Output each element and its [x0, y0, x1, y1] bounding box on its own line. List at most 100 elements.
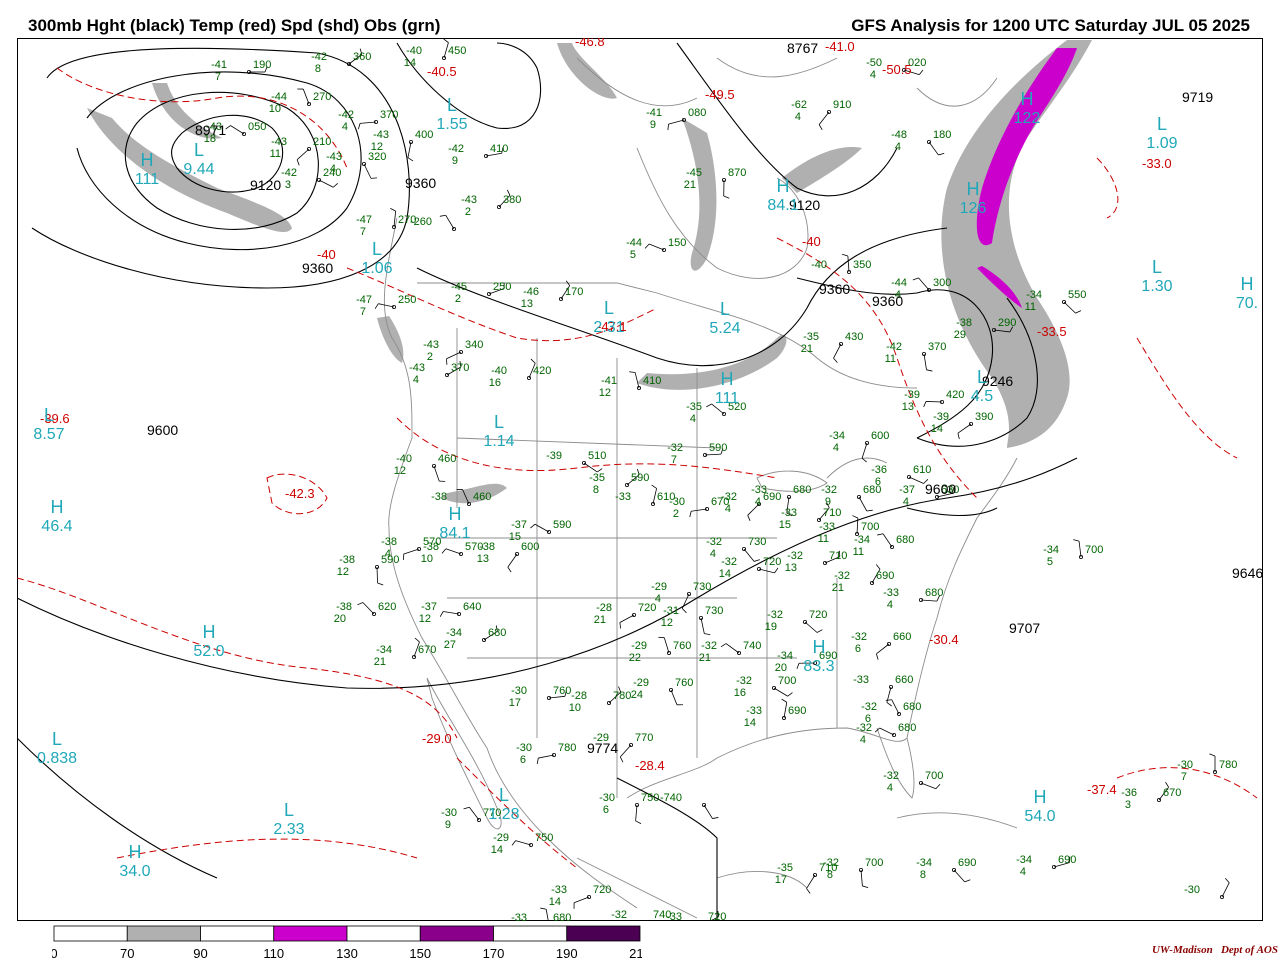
ob-dewpoint-depression: 20 [334, 613, 346, 625]
ob-height: 460 [473, 491, 491, 503]
ob-temperature: -44 [626, 237, 642, 249]
height-label: 9360 [405, 175, 436, 191]
ob-temperature: -28 [596, 602, 612, 614]
colorbar-tick-label: 110 [263, 946, 284, 960]
colorbar-box [126, 925, 201, 942]
colorbar-tick-label: 90 [193, 946, 207, 960]
ob-dewpoint-depression: 2 [427, 351, 433, 363]
ob-dewpoint-depression: 7 [1181, 771, 1187, 783]
ob-dewpoint-depression: 14 [404, 57, 416, 69]
ob-dewpoint-depression: 14 [931, 423, 943, 435]
ob-height: 910 [833, 99, 851, 111]
ob-temperature: -34 [446, 627, 462, 639]
ob-height: 150 [668, 237, 686, 249]
speed-center-letter: L [1157, 114, 1167, 134]
speed-center-letter: L [284, 800, 294, 820]
ob-height: 680 [488, 627, 506, 639]
ob-temperature: -30 [511, 685, 527, 697]
height-label: 8971 [195, 122, 226, 138]
weather-map: -41 1907-42 3608-40 45014-44 27010-43 05018-4… [17, 38, 1263, 921]
ob-temperature: -41 [646, 107, 662, 119]
ob-temperature: -38 [381, 536, 397, 548]
ob-dewpoint-depression: 8 [827, 869, 833, 881]
height-label: 9360 [819, 281, 850, 297]
temp-label: -42.3 [285, 486, 315, 501]
ob-temperature: -44 [891, 277, 907, 289]
speed-center-letter: H [777, 176, 790, 196]
speed-center-value: 54.0 [1024, 808, 1055, 825]
ob-dewpoint-depression: 4 [690, 413, 696, 425]
ob-temperature: -33 [511, 912, 527, 921]
ob-dewpoint-depression: 4 [755, 496, 761, 508]
speed-center-letter: L [1152, 257, 1162, 277]
speed-center-letter: L [44, 405, 54, 425]
ob-temperature: -32 [861, 701, 877, 713]
ob-temperature: -34 [777, 650, 793, 662]
ob-temperature: -43 [461, 194, 477, 206]
temp-label: -30.4 [929, 632, 959, 647]
wind-barb [925, 401, 943, 403]
ob-temperature: -33 [551, 884, 567, 896]
ob-height: 550 [1068, 289, 1086, 301]
ob-height: 340 [465, 339, 483, 351]
ob-temperature: -36 [871, 464, 887, 476]
speed-center-letter: L [52, 729, 62, 749]
ob-height: 170 [565, 286, 583, 298]
ob-height: 700 [865, 857, 883, 869]
speed-center-value: 8.57 [33, 426, 64, 443]
ob-dewpoint-depression: 21 [374, 656, 386, 668]
ob-dewpoint-depression: 11 [853, 546, 864, 558]
ob-height: 730 [705, 605, 723, 617]
ob-dewpoint-depression: 21 [699, 652, 711, 664]
ob-temperature: -43 [373, 129, 389, 141]
ob-height: 680 [898, 722, 916, 734]
speed-center-value: 122 [1014, 110, 1041, 127]
ob-height: 750 [641, 792, 659, 804]
ob-dewpoint-depression: 4 [887, 599, 893, 611]
ob-dewpoint-depression: 5 [630, 249, 636, 261]
ob-dewpoint-depression: 21 [801, 343, 813, 355]
ob-height: 770 [635, 732, 653, 744]
ob-height: 590 [709, 442, 727, 454]
speed-center-letter: L [372, 239, 382, 259]
ob-temperature: -46 [523, 286, 539, 298]
ob-dewpoint-depression: 13 [902, 401, 914, 413]
speed-center-letter: H [813, 637, 826, 657]
ob-temperature: -35 [803, 331, 819, 343]
ob-temperature: -42 [448, 143, 464, 155]
ob-height: 710 [829, 550, 847, 562]
ob-height: 680 [793, 484, 811, 496]
ob-dewpoint-depression: 4 [342, 121, 348, 133]
ob-temperature: -30 [516, 742, 532, 754]
ob-temperature: -36 [1121, 787, 1137, 799]
speed-center-letter: H [203, 622, 216, 642]
speed-center-letter: H [1021, 89, 1034, 109]
ob-dewpoint-depression: 4 [710, 548, 716, 560]
ob-temperature: -28 [571, 690, 587, 702]
ob-dewpoint-depression: 4 [725, 503, 731, 515]
ob-temperature: -29 [651, 581, 667, 593]
ob-temperature: -47 [356, 294, 372, 306]
ob-dewpoint-depression: 20 [775, 662, 787, 674]
speed-center-value: 111 [135, 171, 159, 188]
ob-temperature: -30 [1177, 759, 1193, 771]
speed-center-letter: H [141, 150, 154, 170]
ob-height: 250 [398, 294, 416, 306]
colorbar-tick-label: 210 [629, 946, 642, 960]
ob-dewpoint-depression: 27 [444, 639, 456, 651]
ob-dewpoint-depression: 4 [1020, 866, 1026, 878]
ob-dewpoint-depression: 4 [655, 593, 661, 605]
ob-temperature: -33 [666, 911, 682, 921]
ob-dewpoint-depression: 6 [603, 804, 609, 816]
ob-temperature: -29 [633, 677, 649, 689]
ob-height: 690 [1058, 854, 1076, 866]
ob-temperature: -32 [856, 722, 872, 734]
ob-height: 660 [895, 674, 913, 686]
ob-height: 590 [381, 554, 399, 566]
ob-temperature: -35 [777, 862, 793, 874]
ob-dewpoint-depression: 4 [903, 496, 909, 508]
ob-height: 320 [368, 151, 386, 163]
speed-center-letter: L [720, 299, 730, 319]
ob-height: 720 [809, 609, 827, 621]
speed-center-letter: H [51, 497, 64, 517]
